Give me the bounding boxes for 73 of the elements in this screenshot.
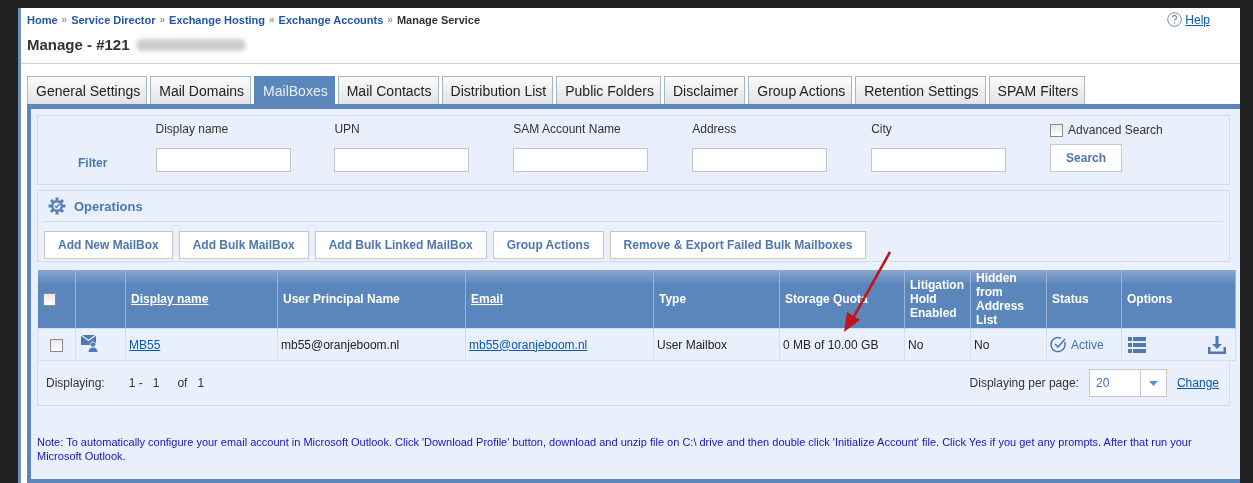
action-button[interactable]: Add New MailBox xyxy=(44,231,173,259)
check-circle-icon xyxy=(1050,336,1067,353)
action-button[interactable]: Add Bulk Linked MailBox xyxy=(314,231,487,259)
tab[interactable]: Group Actions xyxy=(748,76,853,104)
action-button[interactable]: Remove & Export Failed Bulk Mailboxes xyxy=(609,231,867,259)
per-page-dropdown[interactable]: 20 xyxy=(1088,369,1167,397)
tab[interactable]: Mail Contacts xyxy=(337,76,439,104)
pager-text: 1 - xyxy=(128,376,143,390)
help-icon[interactable] xyxy=(1167,12,1183,27)
tab[interactable]: Disclaimer xyxy=(663,76,746,104)
pager-text: 1 xyxy=(152,376,160,390)
text-field[interactable] xyxy=(155,148,291,172)
field-label: Display name xyxy=(155,122,230,136)
checkbox[interactable] xyxy=(1050,123,1064,137)
checkbox[interactable] xyxy=(50,338,63,352)
change-link[interactable]: Change xyxy=(1176,376,1219,390)
text-field[interactable] xyxy=(692,148,828,172)
checkbox-label: Advanced Search xyxy=(1068,123,1163,137)
breadcrumb-separator: » xyxy=(387,14,393,25)
breadcrumb-separator: » xyxy=(159,14,166,25)
column-header: Status xyxy=(1046,270,1122,329)
column-header: Hidden from Address List xyxy=(970,270,1047,329)
field-label: UPN xyxy=(334,122,361,136)
table-cell: 0 MB of 10.00 GB xyxy=(779,328,905,361)
help-link[interactable]: Help xyxy=(1185,12,1210,27)
action-button[interactable]: Group Actions xyxy=(492,231,604,259)
tab[interactable]: Retention Settings xyxy=(855,76,986,104)
column-header: Options xyxy=(1121,270,1236,329)
field-label: SAM Account Name xyxy=(513,122,622,136)
tab[interactable]: Mail Domains xyxy=(150,76,252,104)
breadcrumb-link[interactable]: Home xyxy=(27,13,58,26)
mailbox-user-icon xyxy=(81,334,99,352)
tab[interactable]: Public Folders xyxy=(556,76,661,104)
pager-text: 1 xyxy=(197,376,205,390)
sort-header-link[interactable]: Email xyxy=(471,292,503,306)
text-field[interactable] xyxy=(334,148,470,172)
table-cell: mb55@oranjeboom.nl xyxy=(277,328,466,361)
pager-text: of xyxy=(177,376,188,390)
breadcrumb-current: Manage Service xyxy=(396,13,481,26)
caret-icon xyxy=(1148,380,1158,386)
per-page-label: Displaying per page: xyxy=(969,376,1079,390)
column-header: User Principal Name xyxy=(277,270,466,329)
tab[interactable]: Distribution List xyxy=(441,76,554,104)
status-text: Active xyxy=(1071,337,1104,352)
column-header: Type xyxy=(653,270,780,329)
breadcrumb-link[interactable]: Service Director xyxy=(71,13,156,26)
tab[interactable]: General Settings xyxy=(27,76,148,104)
table-cell: User Mailbox xyxy=(653,328,780,361)
section-title: Operations xyxy=(74,198,143,214)
pager-label: Displaying: xyxy=(46,376,105,390)
page-title: Manage - #121 xyxy=(27,36,130,53)
breadcrumb-separator: » xyxy=(61,14,68,25)
table-cell: No xyxy=(904,328,971,361)
breadcrumb-separator: » xyxy=(269,14,275,25)
mailbox-link[interactable]: MB55 xyxy=(129,337,161,352)
field-label: Address xyxy=(692,122,738,136)
search-button[interactable]: Search xyxy=(1050,144,1123,172)
note-text: Note: To automatically configure your email account in Microsoft Outlook. Click 'Download Profile' button, download and unzip file on C:\ drive and then double click 'Initialize Account' file. Click Yes if you get any prompts. After that run your Microsoft Outlook. xyxy=(37,435,1193,463)
breadcrumb-link[interactable]: Exchange Hosting xyxy=(169,13,266,26)
field-label: City xyxy=(871,122,893,136)
column-header: Litigation Hold Enabled xyxy=(904,270,971,329)
download-icon[interactable] xyxy=(1208,335,1226,354)
table-cell: No xyxy=(970,328,1047,361)
text-field[interactable] xyxy=(871,148,1007,172)
tab[interactable]: SPAM Filters xyxy=(988,76,1086,104)
checkbox[interactable] xyxy=(42,293,56,307)
list-icon[interactable] xyxy=(1128,336,1146,353)
text-field[interactable] xyxy=(513,148,649,172)
breadcrumb-link[interactable]: Exchange Accounts xyxy=(278,13,384,26)
action-button[interactable]: Add Bulk MailBox xyxy=(178,231,309,259)
gear-icon xyxy=(48,197,66,215)
sort-header-link[interactable]: Display name xyxy=(131,292,209,306)
filter-label: Filter xyxy=(77,156,109,170)
